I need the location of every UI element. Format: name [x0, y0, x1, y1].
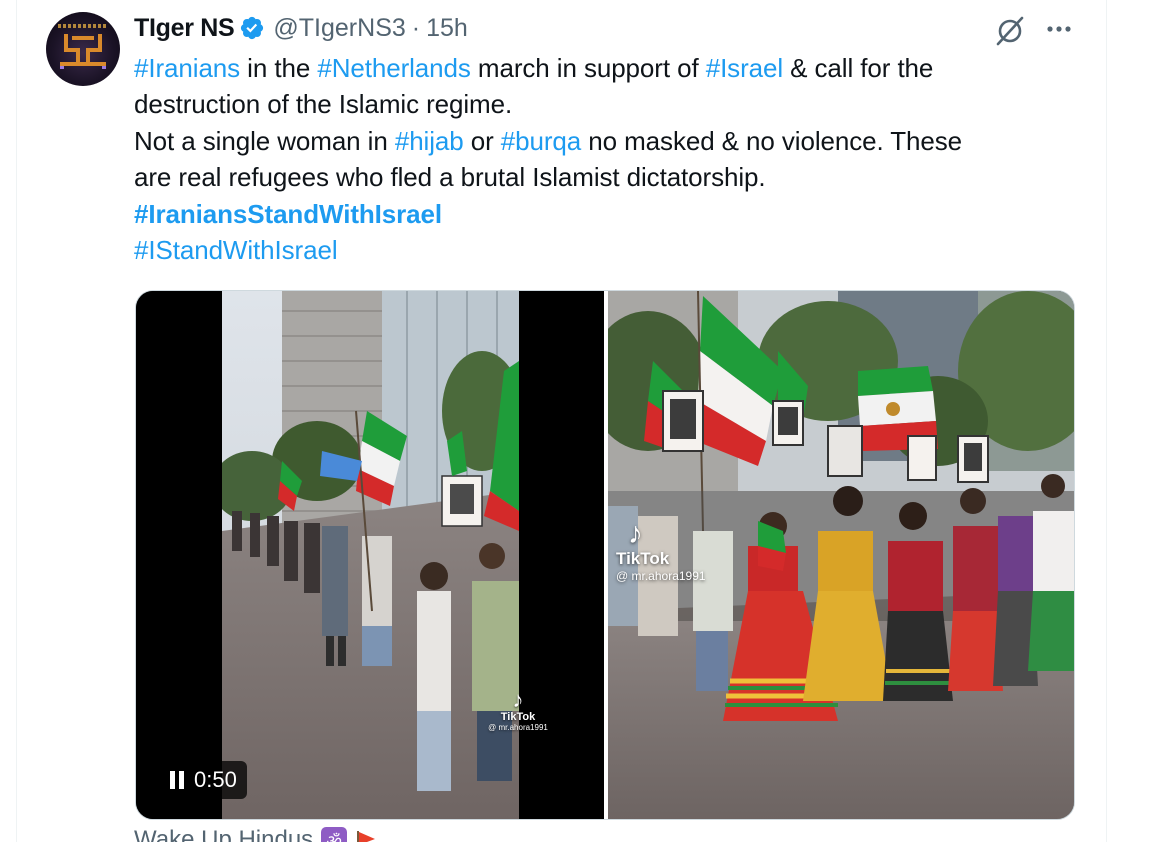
tiktok-username: @ mr.ahora1991: [616, 569, 706, 583]
timeline-left-border: [16, 0, 17, 842]
text-fragment: march in support of: [470, 53, 706, 83]
timeline-right-border: [1106, 0, 1107, 842]
next-tweet-author[interactable]: Wake Up Hindus ॐ: [134, 826, 377, 842]
text-fragment: & call for the: [783, 53, 934, 83]
tweet-header: TIger NS @TIgerNS3 · 15h: [134, 12, 468, 44]
next-tweet-author-name[interactable]: Wake Up Hindus: [134, 826, 313, 842]
hashtag-burqa[interactable]: #burqa: [501, 126, 581, 156]
tiktok-watermark: ♪ TikTok @ mr.ahora1991: [616, 517, 706, 584]
text-fragment: or: [463, 125, 501, 156]
avatar-emblem-icon: [60, 34, 106, 69]
tweet-timestamp[interactable]: 15h: [426, 14, 468, 43]
hashtag-iraniansstandwithisrael[interactable]: #IraniansStandWithIsrael: [134, 196, 1074, 232]
avatar-pattern: [58, 24, 108, 28]
tiktok-username: @ mr.ahora1991: [488, 723, 548, 732]
photo[interactable]: ♪ TikTok @ mr.ahora1991: [608, 291, 1074, 819]
tiktok-watermark: ♪ TikTok @ mr.ahora1991: [478, 687, 558, 733]
header-separator: ·: [411, 13, 421, 42]
author-handle[interactable]: @TIgerNS3: [273, 14, 405, 43]
tweet-text: #Iranians in the #Netherlands march in s…: [134, 50, 1074, 268]
more-options-icon[interactable]: [1044, 16, 1074, 42]
hashtag-israel[interactable]: #Israel: [706, 53, 783, 83]
text-fragment: no masked & no violence. These: [581, 125, 963, 156]
om-emoji-icon: ॐ: [321, 827, 348, 842]
hashtag-hijab[interactable]: #hijab: [395, 126, 464, 156]
verified-badge-icon[interactable]: [239, 15, 265, 41]
video-duration-badge[interactable]: 0:50: [160, 761, 247, 799]
media-container: ♪ TikTok @ mr.ahora1991 0:50 ♪ TikTok @ …: [135, 290, 1075, 820]
hashtag-istandwithisrael[interactable]: #IStandWithIsrael: [134, 232, 1074, 268]
tweet-text-line: Not a single woman in #hijab or #burqa n…: [134, 123, 1074, 159]
video-frame: [222, 291, 519, 819]
text-fragment: Not a single woman in: [134, 125, 395, 156]
tweet-text-line: are real refugees who fled a brutal Isla…: [134, 162, 766, 193]
pause-icon[interactable]: [170, 771, 184, 789]
text-fragment: in the: [240, 53, 318, 83]
hashtag-iranians[interactable]: #Iranians: [134, 53, 240, 83]
saffron-flag-icon: [357, 831, 376, 842]
video-player[interactable]: ♪ TikTok @ mr.ahora1991 0:50: [136, 291, 604, 819]
author-name[interactable]: TIger NS: [134, 14, 235, 43]
tiktok-label: TikTok: [500, 711, 536, 723]
hashtag-netherlands[interactable]: #Netherlands: [317, 53, 471, 83]
grok-icon[interactable]: [994, 14, 1026, 46]
tiktok-label: TikTok: [616, 549, 670, 568]
tiktok-logo-icon: ♪: [628, 517, 643, 550]
tweet-text-line: #Iranians in the #Netherlands march in s…: [134, 50, 1074, 86]
tweet-text-line: destruction of the Islamic regime.: [134, 89, 513, 120]
tiktok-logo-icon: ♪: [512, 687, 524, 712]
avatar[interactable]: [46, 12, 120, 86]
video-duration: 0:50: [194, 767, 237, 792]
